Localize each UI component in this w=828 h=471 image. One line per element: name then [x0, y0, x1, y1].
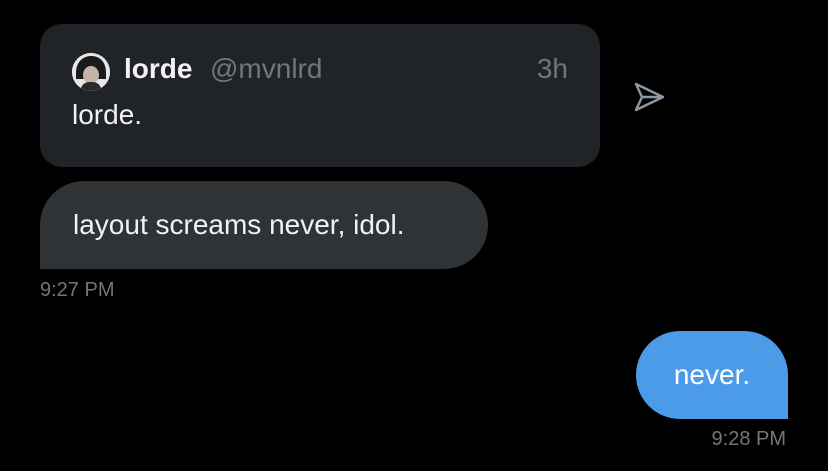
received-message-text: layout screams never, idol.: [73, 209, 405, 240]
quoted-tweet-card[interactable]: lorde @mvnlrd 3h lorde.: [40, 24, 600, 167]
received-message-time: 9:27 PM: [40, 279, 115, 301]
sent-message-bubble[interactable]: never.: [636, 331, 788, 419]
avatar[interactable]: [72, 53, 110, 91]
sent-message-time: 9:28 PM: [711, 428, 786, 450]
received-message-bubble[interactable]: layout screams never, idol.: [40, 181, 488, 269]
quoted-author-name[interactable]: lorde: [124, 52, 192, 86]
avatar-image: [72, 53, 110, 91]
sent-message-text: never.: [673, 359, 751, 390]
quoted-tweet-text: lorde.: [72, 99, 143, 130]
quoted-author-handle: @mvnlrd: [210, 53, 323, 84]
send-icon[interactable]: [630, 78, 668, 116]
quoted-tweet-time: 3h: [536, 53, 568, 84]
